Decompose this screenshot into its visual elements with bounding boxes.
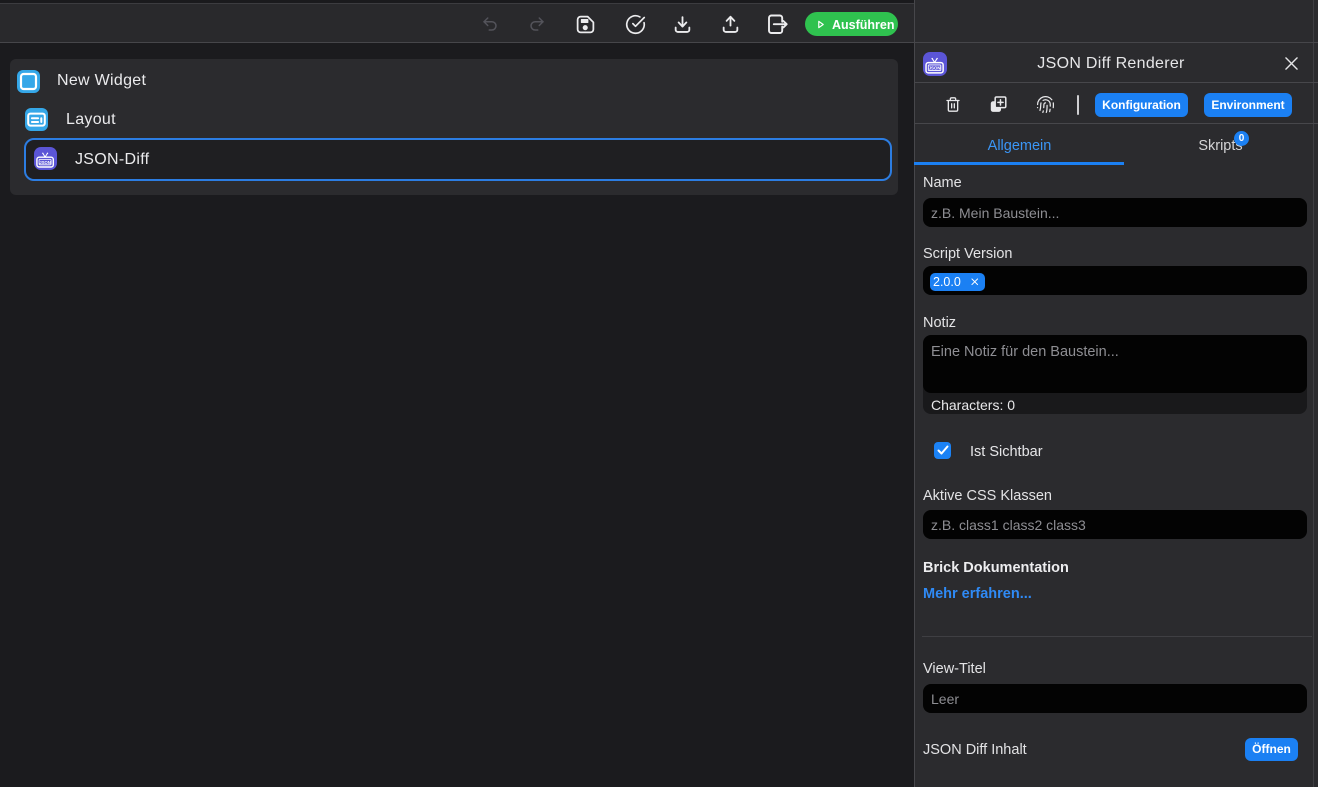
svg-text:JSON: JSON <box>929 66 941 71</box>
svg-text:JSON: JSON <box>39 160 50 165</box>
